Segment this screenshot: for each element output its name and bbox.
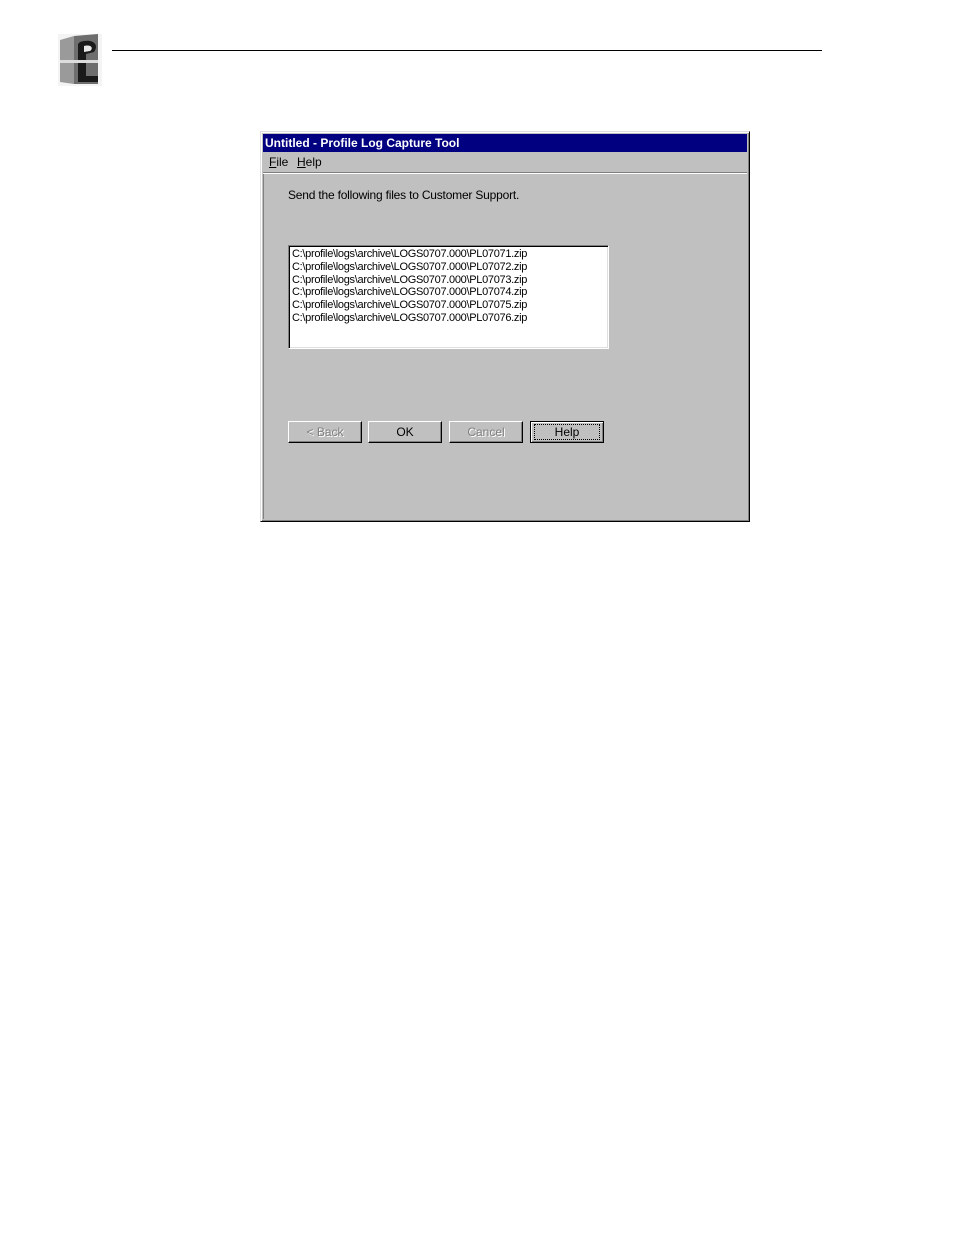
profile-logo-icon [58,34,102,86]
help-button-label: Help [534,424,600,440]
menu-help[interactable]: Help [297,153,322,171]
file-list-item[interactable]: C:\profile\logs\archive\LOGS0707.000\PL0… [292,274,608,287]
menu-separator [263,172,747,174]
cancel-button[interactable]: Cancel [449,421,523,443]
file-list-item[interactable]: C:\profile\logs\archive\LOGS0707.000\PL0… [292,299,608,312]
file-list-item[interactable]: C:\profile\logs\archive\LOGS0707.000\PL0… [292,261,608,274]
log-capture-window: Untitled - Profile Log Capture Tool File… [260,131,750,522]
menu-file-label: ile [276,155,289,169]
menu-help-accel: H [297,155,306,169]
ok-button[interactable]: OK [368,421,442,443]
instruction-text: Send the following files to Customer Sup… [288,188,520,202]
menu-help-label: elp [305,155,322,169]
window-title[interactable]: Untitled - Profile Log Capture Tool [263,134,747,152]
menu-bar: File Help [263,153,747,171]
menu-file[interactable]: File [269,153,288,171]
back-button[interactable]: < Back [288,421,362,443]
header-rule [112,50,822,51]
client-edge [263,174,264,519]
file-list-item[interactable]: C:\profile\logs\archive\LOGS0707.000\PL0… [292,248,608,261]
file-list[interactable]: C:\profile\logs\archive\LOGS0707.000\PL0… [288,245,609,349]
file-list-item[interactable]: C:\profile\logs\archive\LOGS0707.000\PL0… [292,312,608,325]
file-list-item[interactable]: C:\profile\logs\archive\LOGS0707.000\PL0… [292,286,608,299]
help-button[interactable]: Help [530,421,604,443]
